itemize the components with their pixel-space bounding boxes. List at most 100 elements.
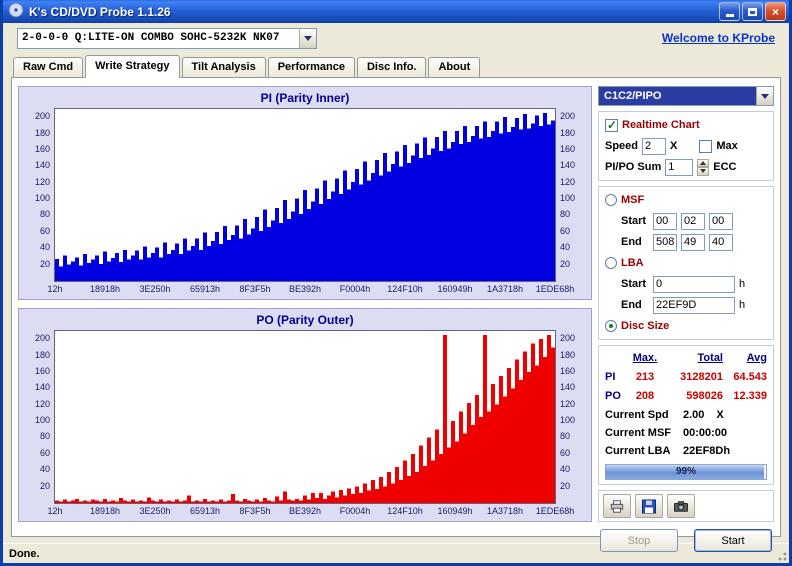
speed-unit-label: X — [670, 140, 678, 152]
floppy-disk-icon — [642, 499, 656, 513]
spin-down-button[interactable] — [697, 167, 710, 176]
mode-combobox-dropdown-button[interactable] — [756, 87, 773, 105]
msf-start-sec-input[interactable] — [681, 212, 705, 230]
current-lba-row: Current LBA 22EF8Dh — [605, 444, 731, 457]
camera-icon — [674, 500, 688, 512]
max-speed-checkbox[interactable] — [699, 139, 713, 153]
x-tick-label: BE392h — [288, 506, 322, 516]
charts-column: PI (Parity Inner) 20 40 60 80 100 120 140 160 18… — [18, 84, 592, 530]
print-button[interactable] — [603, 494, 631, 518]
msf-start-min-input[interactable] — [653, 212, 677, 230]
action-buttons: Stop Start — [598, 527, 774, 552]
welcome-link[interactable]: Welcome to KProbe — [662, 31, 775, 45]
y-tick-label: 200 — [560, 333, 576, 344]
x-tick-label: 65913h — [189, 506, 221, 516]
minimize-button[interactable] — [719, 2, 740, 21]
po-stats-row: PO 208 598026 12.339 — [605, 390, 767, 402]
spin-up-button[interactable] — [697, 158, 710, 167]
pi-y-axis-right: 20 40 60 80 100 120 140 160 180 200 — [556, 108, 584, 282]
close-button[interactable]: × — [765, 2, 786, 21]
pipo-sum-spinner — [697, 158, 710, 176]
y-tick-label: 140 — [560, 160, 576, 171]
pi-x-axis: 12h 18918h 3E250h 65913h 8F3F5h BE392h F0004h 1… — [47, 283, 574, 297]
current-msf-row: Current MSF 00:00:00 — [605, 426, 728, 439]
po-y-axis-left: 20 40 60 80 100 120 140 160 180 200 — [26, 330, 54, 504]
save-button[interactable] — [635, 494, 663, 518]
chevron-down-icon — [761, 93, 769, 99]
msf-radio[interactable] — [605, 194, 617, 206]
lba-start-input[interactable] — [653, 275, 735, 293]
tab-performance[interactable]: Performance — [267, 57, 355, 77]
stats-header-row: Max. Total Avg — [605, 350, 767, 366]
mode-combobox-value: C1C2/PIPO — [599, 87, 756, 105]
y-tick-label: 100 — [34, 193, 50, 204]
realtime-chart-checkbox[interactable] — [605, 118, 618, 132]
msf-end-min-input[interactable] — [653, 233, 677, 251]
speed-label: Speed — [605, 140, 639, 152]
lba-start-label: Start — [621, 278, 647, 290]
pi-stats-row: PI 213 3128201 64.543 — [605, 371, 767, 383]
msf-start-frame-input[interactable] — [709, 212, 733, 230]
progress-percent-label: 99% — [675, 466, 696, 477]
x-tick-label: 160949h — [437, 506, 473, 516]
range-group: MSF Start End LBA — [598, 186, 774, 340]
current-speed-unit: X — [716, 408, 724, 421]
po-avg-value: 12.339 — [733, 390, 767, 402]
y-tick-label: 100 — [560, 415, 576, 426]
tab-disc-info[interactable]: Disc Info. — [356, 57, 427, 77]
pi-total-value: 3128201 — [680, 371, 723, 383]
x-tick-label: 1EDE68h — [535, 506, 575, 516]
y-tick-label: 20 — [39, 480, 50, 491]
x-tick-label: 1A3718h — [486, 506, 524, 516]
tab-raw-cmd[interactable]: Raw Cmd — [13, 57, 84, 77]
tab-tilt-analysis[interactable]: Tilt Analysis — [181, 57, 266, 77]
stop-button[interactable]: Stop — [600, 529, 678, 552]
msf-label: MSF — [621, 194, 645, 206]
po-plot-area — [54, 330, 556, 504]
y-tick-label: 100 — [560, 193, 576, 204]
mode-combobox[interactable]: C1C2/PIPO — [598, 86, 774, 106]
tab-write-strategy[interactable]: Write Strategy — [85, 55, 180, 78]
lba-end-unit: h — [739, 299, 746, 311]
tab-about[interactable]: About — [428, 57, 481, 77]
y-tick-label: 140 — [34, 382, 50, 393]
po-chart-panel: PO (Parity Outer) 20 40 60 80 100 120 140 160 18… — [18, 308, 592, 522]
y-tick-label: 40 — [560, 242, 571, 253]
start-button[interactable]: Start — [694, 529, 772, 552]
lba-end-input[interactable] — [653, 296, 735, 314]
lba-radio[interactable] — [605, 257, 617, 269]
x-tick-label: 3E250h — [139, 284, 171, 294]
x-tick-label: 1A3718h — [486, 284, 524, 294]
chevron-down-icon — [700, 169, 707, 174]
chevron-up-icon — [700, 160, 707, 165]
drive-selector-combobox[interactable]: 2-0-0-0 Q:LITE-ON COMBO SOHC-5232K NK07 — [17, 27, 317, 49]
drive-selector-dropdown-button[interactable] — [299, 28, 316, 48]
write-strategy-page: PI (Parity Inner) 20 40 60 80 100 120 140 160 18… — [11, 77, 781, 552]
pipo-sum-input[interactable] — [665, 158, 694, 176]
control-panel: C1C2/PIPO Realtime Chart Speed X Max — [598, 84, 774, 552]
current-msf-value: 00:00:00 — [683, 426, 728, 439]
po-bars-svg — [55, 335, 555, 503]
msf-end-sec-input[interactable] — [681, 233, 705, 251]
resize-grip-icon[interactable] — [776, 550, 788, 562]
y-tick-label: 180 — [34, 127, 50, 138]
disc-size-label: Disc Size — [621, 320, 670, 332]
y-tick-label: 140 — [34, 160, 50, 171]
drive-selector-value: 2-0-0-0 Q:LITE-ON COMBO SOHC-5232K NK07 — [22, 31, 280, 44]
y-tick-label: 160 — [560, 143, 576, 154]
pi-chart-title: PI (Parity Inner) — [260, 91, 350, 105]
pi-plot-area — [54, 108, 556, 282]
pi-max-value: 213 — [635, 371, 655, 383]
y-tick-label: 160 — [560, 365, 576, 376]
x-tick-label: 3E250h — [139, 506, 171, 516]
lba-start-unit: h — [739, 278, 746, 290]
pi-avg-value: 64.543 — [733, 371, 767, 383]
maximize-button[interactable] — [742, 2, 763, 21]
speed-input[interactable] — [642, 137, 667, 155]
x-tick-label: 18918h — [89, 284, 121, 294]
msf-end-frame-input[interactable] — [709, 233, 733, 251]
title-bar: K's CD/DVD Probe 1.1.26 × — [3, 0, 789, 23]
snapshot-button[interactable] — [667, 494, 695, 518]
tab-strip: Raw Cmd Write Strategy Tilt Analysis Per… — [3, 53, 789, 78]
disc-size-radio[interactable] — [605, 320, 617, 332]
